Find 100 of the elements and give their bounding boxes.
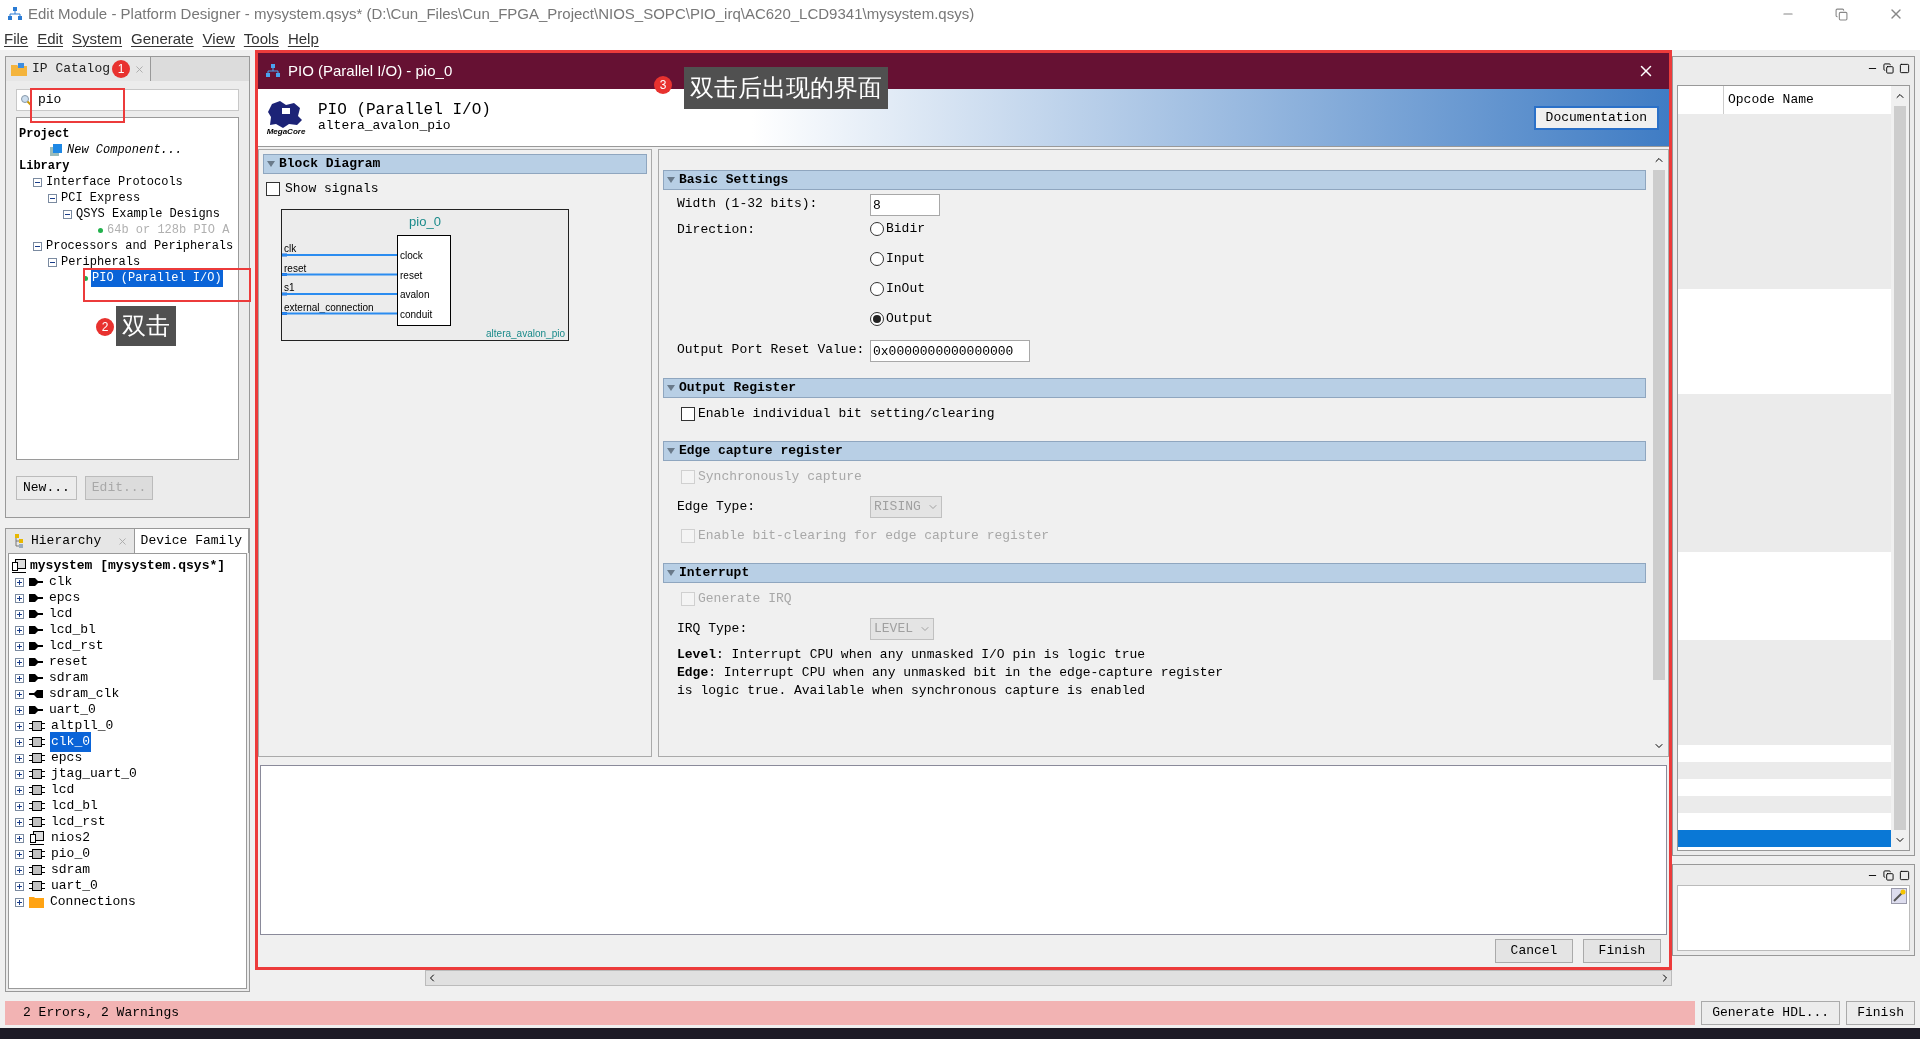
tree-item[interactable]: clk_0 bbox=[50, 732, 91, 752]
expand-icon[interactable] bbox=[15, 865, 24, 875]
radio-button[interactable] bbox=[870, 312, 884, 326]
collapse-icon[interactable] bbox=[63, 209, 72, 219]
panel-tab[interactable]: Device Family bbox=[134, 529, 249, 553]
search-icon bbox=[20, 94, 32, 106]
callout-label: 双击 bbox=[116, 306, 176, 346]
menu-item[interactable]: Tools bbox=[243, 27, 279, 51]
panel-tab[interactable]: Hierarchy bbox=[6, 529, 135, 553]
toolbar-button[interactable]: Generate HDL... bbox=[1701, 1001, 1841, 1025]
input-field[interactable]: 0x0000000000000000 bbox=[870, 340, 1030, 362]
section-header[interactable]: Edge capture register bbox=[663, 441, 1646, 461]
export-icon bbox=[29, 642, 43, 650]
component-icon bbox=[49, 143, 63, 157]
export-icon bbox=[29, 658, 43, 666]
status-text: 2 Errors, 2 Warnings bbox=[23, 1004, 180, 1023]
expand-icon[interactable] bbox=[15, 705, 24, 715]
column-header[interactable]: Opcode Name bbox=[1724, 86, 1891, 114]
component-icon bbox=[29, 817, 45, 827]
float-icon[interactable] bbox=[1883, 62, 1894, 74]
radio-button[interactable] bbox=[870, 252, 884, 266]
maximize-icon[interactable] bbox=[1899, 869, 1910, 881]
expand-icon[interactable] bbox=[15, 593, 24, 603]
port-label: reset bbox=[400, 269, 423, 280]
expand-icon[interactable] bbox=[15, 625, 24, 635]
expand-icon[interactable] bbox=[15, 849, 24, 859]
section-header[interactable]: Output Register bbox=[663, 378, 1646, 398]
component-type: altera_avalon_pio bbox=[486, 327, 565, 339]
menu-item[interactable]: Generate bbox=[131, 27, 194, 51]
collapse-triangle-icon[interactable] bbox=[667, 177, 675, 183]
toolbar-button[interactable]: Finish bbox=[1846, 1001, 1915, 1025]
collapse-icon[interactable] bbox=[33, 177, 42, 187]
collapse-triangle-icon[interactable] bbox=[667, 385, 675, 391]
input-field[interactable]: 8 bbox=[870, 194, 940, 216]
section-header[interactable]: Interrupt bbox=[663, 563, 1646, 583]
component-icon bbox=[29, 881, 45, 891]
horizontal-scrollbar[interactable] bbox=[425, 970, 1672, 986]
checkbox[interactable] bbox=[266, 181, 280, 196]
expand-icon[interactable] bbox=[15, 641, 24, 651]
radio-button[interactable] bbox=[870, 222, 884, 236]
dialog-button[interactable]: Finish bbox=[1583, 939, 1661, 963]
tree-item[interactable]: Interface Protocols bbox=[45, 173, 184, 191]
section-header[interactable]: Basic Settings bbox=[663, 170, 1646, 190]
tree-item[interactable]: New Component... bbox=[66, 141, 184, 159]
processor-icon bbox=[29, 831, 45, 845]
expand-icon[interactable] bbox=[15, 769, 24, 779]
expand-icon[interactable] bbox=[15, 721, 24, 731]
expand-icon[interactable] bbox=[15, 897, 24, 907]
expand-icon[interactable] bbox=[15, 737, 24, 747]
callout-label: 双击后出现的界面 bbox=[684, 67, 888, 109]
tree-item[interactable]: QSYS Example Designs bbox=[75, 205, 222, 223]
expand-icon[interactable] bbox=[15, 881, 24, 891]
wand-icon[interactable] bbox=[1891, 888, 1907, 904]
collapse-icon[interactable] bbox=[48, 193, 57, 203]
expand-icon[interactable] bbox=[15, 577, 24, 587]
component-icon bbox=[29, 737, 45, 747]
collapse-icon[interactable] bbox=[48, 257, 57, 267]
menu-item[interactable]: Edit bbox=[37, 27, 64, 51]
signal-label: clk bbox=[284, 242, 297, 254]
expand-icon[interactable] bbox=[15, 753, 24, 763]
dialog-button[interactable]: Cancel bbox=[1495, 939, 1573, 963]
menu-item[interactable]: View bbox=[202, 27, 235, 51]
float-icon[interactable] bbox=[1883, 869, 1894, 881]
search-field[interactable]: pio bbox=[16, 89, 239, 111]
menu-item[interactable]: System bbox=[72, 27, 123, 51]
radio-button[interactable] bbox=[870, 282, 884, 296]
maximize-icon[interactable] bbox=[1899, 62, 1910, 74]
collapse-icon[interactable] bbox=[33, 241, 42, 251]
collapse-triangle-icon[interactable] bbox=[667, 448, 675, 454]
radio-label: Bidir bbox=[886, 220, 925, 239]
checkbox-label: Generate IRQ bbox=[698, 590, 792, 609]
panel-button[interactable]: New... bbox=[16, 476, 77, 500]
checkbox[interactable] bbox=[681, 407, 695, 421]
expand-icon[interactable] bbox=[15, 833, 24, 843]
help-text: Level: Interrupt CPU when any unmasked I/O pin is logic true bbox=[676, 646, 1147, 664]
dialog-title: PIO (Parallel I/O) - pio_0 bbox=[288, 60, 453, 81]
expand-icon[interactable] bbox=[15, 673, 24, 683]
expand-icon[interactable] bbox=[15, 801, 24, 811]
expand-icon[interactable] bbox=[15, 817, 24, 827]
section-header[interactable]: Block Diagram bbox=[263, 154, 647, 174]
expand-icon[interactable] bbox=[15, 689, 24, 699]
expand-icon[interactable] bbox=[15, 785, 24, 795]
tree-item[interactable]: PCI Express bbox=[60, 189, 142, 207]
instance-name: pio_0 bbox=[409, 213, 441, 229]
expand-icon[interactable] bbox=[15, 609, 24, 619]
radio-label: InOut bbox=[886, 280, 925, 299]
documentation-button[interactable]: Documentation bbox=[1533, 105, 1659, 130]
menu-item[interactable]: File bbox=[4, 27, 29, 51]
tree-item[interactable]: Processors and Peripherals bbox=[45, 237, 235, 255]
collapse-triangle-icon[interactable] bbox=[667, 570, 675, 576]
collapse-triangle-icon[interactable] bbox=[267, 161, 275, 167]
port-label: clock bbox=[400, 249, 423, 261]
vertical-scrollbar[interactable] bbox=[1891, 86, 1909, 850]
tree-item[interactable]: Peripherals bbox=[60, 253, 142, 271]
tree-item[interactable]: Library bbox=[18, 157, 71, 175]
menu-item[interactable]: Help bbox=[287, 27, 319, 51]
tree-item[interactable]: Project bbox=[18, 125, 71, 143]
checkbox-label: Enable bit-clearing for edge capture register bbox=[698, 527, 1050, 546]
restore-icon[interactable] bbox=[1835, 7, 1848, 21]
expand-icon[interactable] bbox=[15, 657, 24, 667]
